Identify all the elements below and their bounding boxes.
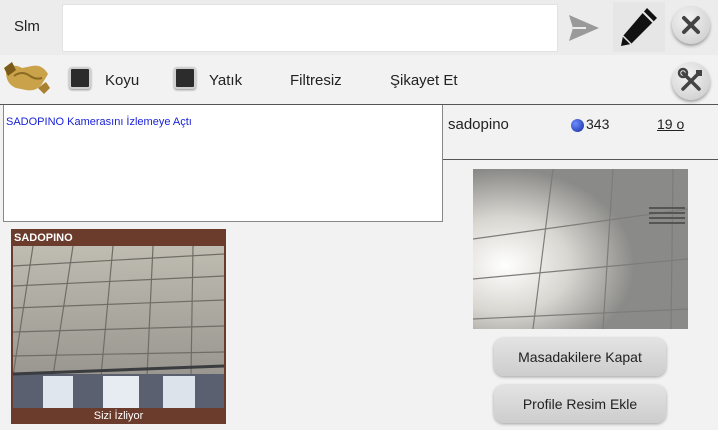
chat-message: SADOPINO Kamerasını İzlemeye Açtı [6,116,192,128]
close-to-table-button[interactable]: Masadakilere Kapat [494,338,666,376]
report-option[interactable]: Şikayet Et [390,72,458,89]
koyu-label: Koyu [105,72,140,89]
user-divider [443,159,718,160]
user-age-link[interactable]: 19 o [657,116,684,132]
message-bar: Slm [0,0,718,55]
settings-button[interactable] [672,62,710,100]
user-points: 343 [586,116,610,132]
profile-photo[interactable] [473,169,688,329]
close-icon [682,16,700,34]
camera-user-name: SADOPINO [14,232,73,244]
camera-feed [13,246,224,408]
chat-log[interactable]: SADOPINO Kamerasını İzlemeye Açtı [3,105,443,222]
yatik-checkbox[interactable] [174,67,196,89]
edit-button[interactable] [613,2,665,52]
close-button[interactable] [672,6,710,44]
send-button[interactable] [566,12,602,44]
options-toolbar: Koyu Yatık Filtresiz Şikayet Et [0,56,718,104]
send-icon [569,15,599,41]
koyu-checkbox[interactable] [69,67,91,89]
pen-icon [621,8,657,46]
camera-status: Sizi İzliyor [93,410,144,422]
yatik-label: Yatık [209,72,243,89]
camera-tile[interactable]: SADOPINO Sizi İzliyor [11,229,226,424]
message-label: Slm [14,18,40,35]
handshake-icon[interactable] [2,58,52,98]
points-dot-icon [571,119,584,132]
tools-icon [677,67,702,91]
add-profile-photo-button[interactable]: Profile Resim Ekle [494,385,666,423]
user-name: sadopino [448,116,509,133]
message-input[interactable] [62,4,558,52]
filtresiz-option[interactable]: Filtresiz [290,72,342,89]
